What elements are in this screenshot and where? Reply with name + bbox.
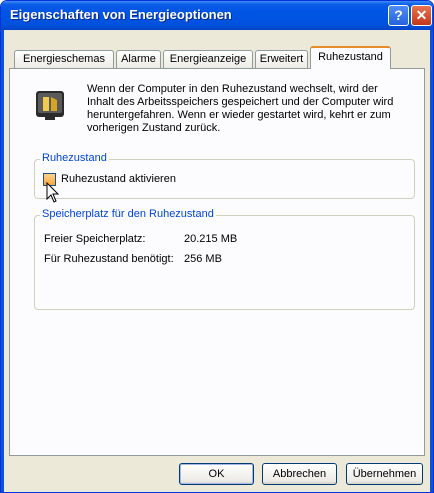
cancel-button[interactable]: Abbrechen — [262, 463, 337, 485]
ok-button[interactable]: OK — [179, 463, 254, 485]
required-space-value: 256 MB — [184, 253, 222, 265]
tab-erweitert[interactable]: Erweitert — [255, 50, 308, 68]
hibernate-checkbox-label[interactable]: Ruhezustand aktivieren — [61, 173, 176, 185]
tab-alarme[interactable]: Alarme — [116, 50, 161, 68]
tab-energieanzeige[interactable]: Energieanzeige — [163, 50, 253, 68]
free-space-label: Freier Speicherplatz: — [44, 233, 146, 245]
help-button[interactable]: ? — [388, 5, 409, 26]
apply-button[interactable]: Übernehmen — [346, 463, 423, 485]
window-frame-right — [430, 30, 433, 492]
hibernate-group-title: Ruhezustand — [40, 152, 109, 164]
free-space-value: 20.215 MB — [184, 233, 238, 245]
window-title: Eigenschaften von Energieoptionen — [10, 7, 232, 22]
window-frame-left — [1, 30, 4, 492]
tab-energieschemas[interactable]: Energieschemas — [14, 50, 114, 68]
required-space-label: Für Ruhezustand benötigt: — [44, 253, 174, 265]
info-text: Wenn der Computer in den Ruhezustand wec… — [87, 83, 394, 134]
tab-ruhezustand[interactable]: Ruhezustand — [310, 46, 391, 69]
disk-space-group-title: Speicherplatz für den Ruhezustand — [40, 208, 216, 220]
mouse-pointer-icon — [46, 182, 60, 203]
close-button[interactable]: ✕ — [411, 5, 432, 26]
hibernate-monitor-icon — [36, 91, 64, 120]
title-bar[interactable]: Eigenschaften von Energieoptionen ? ✕ — [1, 1, 433, 30]
